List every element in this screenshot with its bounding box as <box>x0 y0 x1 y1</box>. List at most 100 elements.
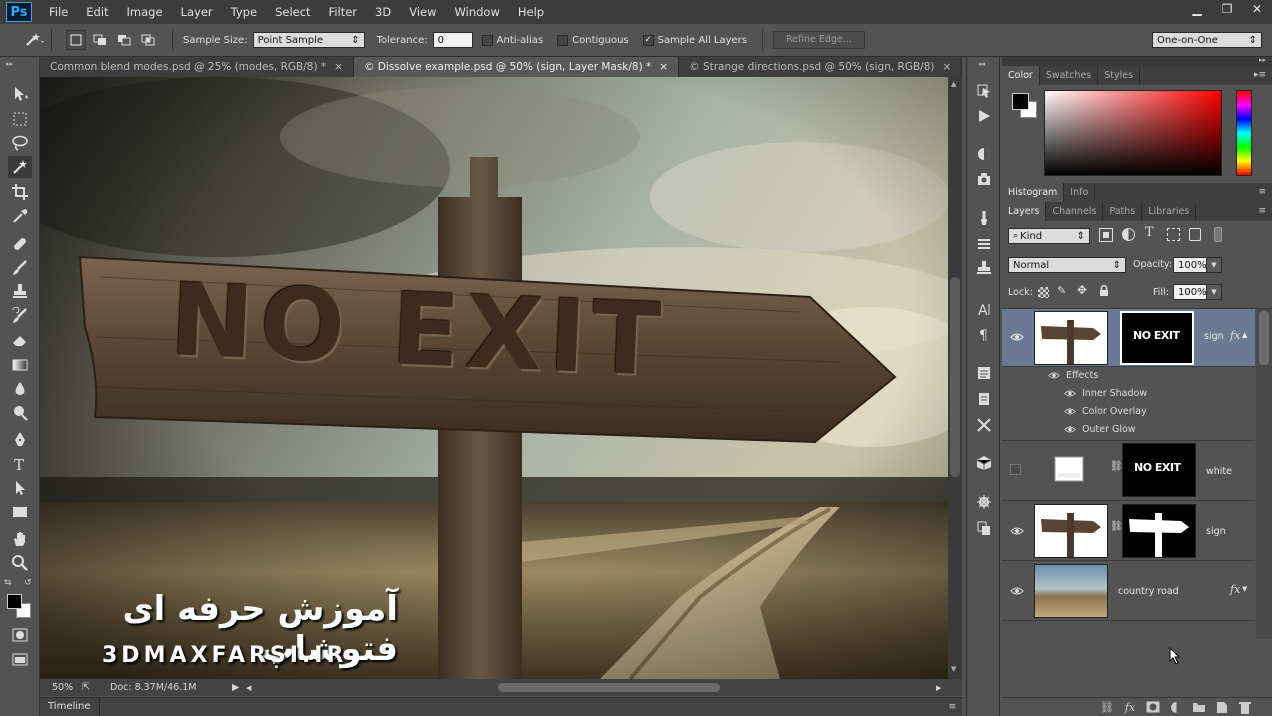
marquee-tool-icon[interactable] <box>8 108 32 130</box>
default-colors-icon[interactable]: ↺ <box>24 578 32 588</box>
clone-stamp-tool-icon[interactable] <box>8 281 32 303</box>
type-tool-icon[interactable]: T <box>8 453 32 475</box>
intersect-selection-icon[interactable] <box>138 30 158 50</box>
tab-close-icon[interactable]: × <box>943 57 952 77</box>
menu-image[interactable]: Image <box>118 0 172 24</box>
visibility-eye-icon[interactable] <box>1064 425 1076 434</box>
tab-libraries[interactable]: Libraries <box>1142 202 1197 221</box>
properties-panel-icon[interactable] <box>973 168 995 190</box>
lock-all-icon[interactable] <box>1099 284 1109 297</box>
contiguous-checkbox[interactable] <box>557 34 569 46</box>
layer-filter-kind-select[interactable]: ⌕ Kind ⇕ <box>1008 228 1090 244</box>
tab-close-icon[interactable]: × <box>659 57 668 77</box>
layer-row-sign[interactable]: ⛓ sign <box>1002 501 1255 561</box>
tab-swatches[interactable]: Swatches <box>1040 66 1099 85</box>
blend-mode-select[interactable]: Normal ⇕ <box>1008 257 1126 273</box>
add-mask-icon[interactable] <box>1144 699 1162 715</box>
pen-tool-icon[interactable] <box>8 428 32 450</box>
layer-thumbnail[interactable] <box>1054 455 1086 485</box>
zoom-level[interactable]: 50% <box>40 682 82 693</box>
layer-mask-thumbnail[interactable] <box>1122 504 1196 558</box>
refine-edge-button[interactable]: Refine Edge... <box>773 31 865 49</box>
tab-common-blend-modes[interactable]: Common blend modes.psd @ 25% (modes, RGB… <box>40 57 354 77</box>
magic-wand-preset-icon[interactable] <box>18 28 52 52</box>
timeline-tab[interactable]: Timeline <box>40 698 100 716</box>
timeline-menu-icon[interactable]: ≡ <box>948 702 956 712</box>
new-selection-icon[interactable] <box>66 30 86 50</box>
hscroll-right-icon[interactable]: ▶ <box>936 684 941 692</box>
fill-input[interactable]: 100% <box>1173 284 1207 300</box>
filter-type-icon[interactable]: T <box>1145 225 1154 240</box>
close-button[interactable]: ✕ <box>1242 0 1272 18</box>
visibility-eye-icon[interactable] <box>1064 407 1076 416</box>
menu-view[interactable]: View <box>400 0 445 24</box>
paragraph-panel-icon[interactable]: ¶ <box>973 323 995 345</box>
filter-toggle-icon[interactable] <box>1214 227 1222 242</box>
notes-panel-icon[interactable] <box>973 362 995 384</box>
filter-shape-icon[interactable] <box>1167 228 1180 241</box>
add-to-selection-icon[interactable] <box>90 30 110 50</box>
dodge-tool-icon[interactable] <box>8 402 32 424</box>
move-tool-icon[interactable] <box>8 83 32 105</box>
character-panel-icon[interactable]: A <box>973 298 995 320</box>
filter-adjustment-icon[interactable] <box>1122 228 1135 241</box>
brush-presets-icon[interactable] <box>973 207 995 229</box>
visibility-empty-box[interactable] <box>1010 464 1021 475</box>
visibility-eye-icon[interactable] <box>1048 371 1060 380</box>
tab-dissolve-example[interactable]: © Dissolve example.psd @ 50% (sign, Laye… <box>353 57 680 77</box>
tab-close-icon[interactable]: × <box>334 57 343 77</box>
tab-layers[interactable]: Layers <box>1002 202 1047 221</box>
menu-edit[interactable]: Edit <box>77 0 117 24</box>
expand-effects-icon[interactable]: ▼ <box>1242 585 1247 593</box>
workspace-select[interactable]: One-on-One ⇕ <box>1152 32 1262 48</box>
eraser-tool-icon[interactable] <box>8 329 32 351</box>
tolerance-input[interactable]: 0 <box>432 32 473 48</box>
lock-position-icon[interactable]: ✥ <box>1077 283 1087 297</box>
new-adjustment-layer-icon[interactable] <box>1167 699 1185 715</box>
screen-mode-icon[interactable] <box>8 649 32 671</box>
hscroll-thumb[interactable] <box>498 683 720 692</box>
layer-row-country-road[interactable]: country road fx ▼ <box>1002 561 1255 621</box>
layer-mask-thumbnail[interactable]: NO EXIT <box>1122 443 1196 497</box>
delete-layer-trash-icon[interactable] <box>1236 699 1254 715</box>
layer-comps-icon[interactable] <box>973 388 995 410</box>
layer-fx-badge[interactable]: fx <box>1230 329 1240 342</box>
opacity-input[interactable]: 100% <box>1173 257 1207 273</box>
effect-color-overlay[interactable]: Color Overlay <box>1002 403 1255 421</box>
tab-channels[interactable]: Channels <box>1046 202 1104 221</box>
menu-file[interactable]: File <box>40 0 77 24</box>
blur-tool-icon[interactable] <box>8 378 32 400</box>
visibility-eye-icon[interactable] <box>1010 586 1024 596</box>
layer-row-sign-selected[interactable]: NO EXIT sign fx ▲ <box>1002 309 1255 367</box>
adjustments-panel-icon[interactable] <box>973 143 995 165</box>
tab-styles[interactable]: Styles <box>1098 66 1141 85</box>
measurement-log-icon[interactable] <box>973 517 995 539</box>
layers-scrollbar[interactable] <box>1256 309 1272 639</box>
foreground-color-swatch[interactable] <box>7 594 22 609</box>
lasso-tool-icon[interactable] <box>8 132 32 154</box>
layer-fx-badge[interactable]: fx <box>1230 583 1240 596</box>
color-spectrum-field[interactable] <box>1044 90 1222 176</box>
anti-alias-checkbox[interactable] <box>481 34 493 46</box>
visibility-eye-icon[interactable] <box>1064 389 1076 398</box>
canvas-vertical-scrollbar[interactable]: ▲ ▼ <box>948 77 962 679</box>
3d-panel-icon[interactable] <box>973 452 995 474</box>
timeline-gear-icon[interactable] <box>973 491 995 513</box>
canvas-horizontal-scrollbar[interactable] <box>286 682 936 693</box>
tab-info[interactable]: Info <box>1064 183 1096 202</box>
effect-inner-shadow[interactable]: Inner Shadow <box>1002 385 1255 403</box>
history-brush-tool-icon[interactable] <box>8 305 32 327</box>
filter-smart-object-icon[interactable] <box>1189 228 1201 241</box>
minimize-button[interactable]: ▁ <box>1182 0 1212 18</box>
restore-button[interactable]: ❐ <box>1212 0 1242 18</box>
tool-presets-icon[interactable] <box>973 414 995 436</box>
hand-tool-icon[interactable] <box>8 528 32 550</box>
tab-color[interactable]: Color <box>1002 66 1040 85</box>
rectangle-tool-icon[interactable] <box>8 501 32 523</box>
color-panel-menu-icon[interactable]: ▸≡ <box>1254 70 1266 80</box>
add-layer-style-icon[interactable]: fx <box>1121 699 1139 715</box>
layer-thumbnail[interactable] <box>1034 564 1108 618</box>
scroll-up-icon[interactable]: ▲ <box>951 80 956 88</box>
history-panel-icon[interactable] <box>973 80 995 102</box>
swap-colors-icon[interactable]: ⇆ <box>4 578 12 588</box>
